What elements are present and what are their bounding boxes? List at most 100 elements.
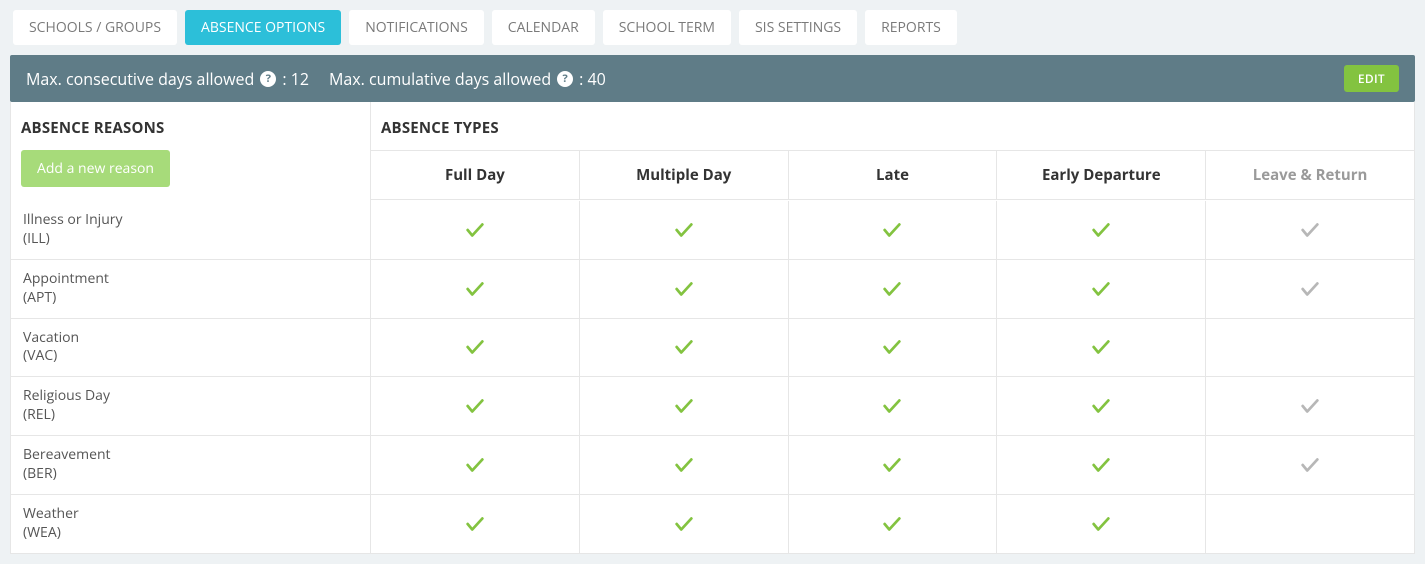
reason-code: (ILL) [23, 230, 358, 249]
tab-schools-groups[interactable]: SCHOOLS / GROUPS [13, 10, 177, 45]
reason-cell[interactable]: Illness or Injury(ILL) [11, 201, 371, 259]
tab-notifications[interactable]: NOTIFICATIONS [349, 10, 484, 45]
check-cell[interactable] [1205, 201, 1414, 259]
check-cell[interactable] [579, 377, 788, 435]
check-cell[interactable] [579, 201, 788, 259]
check-cell[interactable] [371, 495, 579, 553]
max-cumulative-label: Max. cumulative days allowed [329, 68, 551, 90]
colon: : [579, 68, 587, 90]
reason-cell[interactable]: Vacation(VAC) [11, 319, 371, 377]
reason-name: Appointment [23, 270, 358, 289]
check-icon [673, 336, 695, 358]
check-icon [1090, 454, 1112, 476]
check-icon [881, 278, 903, 300]
check-icon [881, 454, 903, 476]
check-icon [1299, 395, 1321, 417]
reason-cell[interactable]: Religious Day(REL) [11, 377, 371, 435]
add-reason-button[interactable]: Add a new reason [21, 150, 170, 187]
check-cell[interactable] [788, 260, 997, 318]
reason-cell[interactable]: Weather(WEA) [11, 495, 371, 553]
check-icon [464, 278, 486, 300]
reason-name: Religious Day [23, 387, 358, 406]
max-consecutive-label: Max. consecutive days allowed [26, 68, 254, 90]
table-row: Vacation(VAC) [11, 318, 1414, 377]
check-icon [881, 219, 903, 241]
reason-code: (VAC) [23, 347, 358, 366]
help-icon[interactable]: ? [557, 71, 573, 87]
check-cell[interactable] [1205, 377, 1414, 435]
check-cell[interactable] [1205, 436, 1414, 494]
tab-reports[interactable]: REPORTS [865, 10, 957, 45]
max-consecutive-segment: Max. consecutive days allowed ? : 12 [26, 68, 309, 90]
type-header-late: Late [788, 151, 997, 199]
table-row: Appointment(APT) [11, 259, 1414, 318]
check-cell[interactable] [371, 260, 579, 318]
reason-name: Vacation [23, 329, 358, 348]
table-row: Bereavement(BER) [11, 435, 1414, 494]
max-consecutive-value: 12 [291, 68, 309, 90]
check-cell[interactable] [579, 260, 788, 318]
check-cell[interactable] [371, 436, 579, 494]
check-icon [1299, 219, 1321, 241]
check-icon [1299, 454, 1321, 476]
tab-absence-options[interactable]: ABSENCE OPTIONS [185, 10, 341, 45]
reason-cell[interactable]: Bereavement(BER) [11, 436, 371, 494]
reason-name: Bereavement [23, 446, 358, 465]
check-icon [464, 454, 486, 476]
check-icon [1090, 395, 1112, 417]
table-row: Weather(WEA) [11, 494, 1414, 553]
absence-options-panel: ABSENCE REASONS Add a new reason ABSENCE… [10, 102, 1415, 554]
check-icon [1090, 278, 1112, 300]
colon: : [282, 68, 290, 90]
check-cell[interactable] [788, 436, 997, 494]
settings-info-bar: Max. consecutive days allowed ? : 12 Max… [10, 55, 1415, 102]
max-cumulative-segment: Max. cumulative days allowed ? : 40 [329, 68, 606, 90]
check-cell[interactable] [788, 495, 997, 553]
check-icon [673, 278, 695, 300]
check-cell[interactable] [579, 495, 788, 553]
reason-code: (APT) [23, 289, 358, 308]
check-cell[interactable] [1205, 495, 1414, 553]
check-cell[interactable] [371, 319, 579, 377]
reason-code: (BER) [23, 465, 358, 484]
tab-sis-settings[interactable]: SIS SETTINGS [739, 10, 857, 45]
check-cell[interactable] [996, 260, 1205, 318]
check-icon [1090, 219, 1112, 241]
help-icon[interactable]: ? [260, 71, 276, 87]
check-cell[interactable] [788, 319, 997, 377]
check-cell[interactable] [996, 495, 1205, 553]
type-header-leave-return: Leave & Return [1205, 151, 1414, 199]
check-cell[interactable] [996, 201, 1205, 259]
absence-reasons-title: ABSENCE REASONS [11, 102, 370, 150]
check-icon [673, 513, 695, 535]
check-icon [881, 513, 903, 535]
check-cell[interactable] [996, 377, 1205, 435]
check-icon [464, 219, 486, 241]
check-cell[interactable] [1205, 319, 1414, 377]
tab-calendar[interactable]: CALENDAR [492, 10, 595, 45]
check-cell[interactable] [996, 436, 1205, 494]
check-icon [673, 219, 695, 241]
check-icon [1090, 336, 1112, 358]
check-cell[interactable] [1205, 260, 1414, 318]
reason-name: Illness or Injury [23, 211, 358, 230]
tab-school-term[interactable]: SCHOOL TERM [603, 10, 731, 45]
max-cumulative-value: 40 [588, 68, 606, 90]
edit-button[interactable]: EDIT [1344, 65, 1399, 92]
check-cell[interactable] [788, 377, 997, 435]
check-cell[interactable] [788, 201, 997, 259]
reason-cell[interactable]: Appointment(APT) [11, 260, 371, 318]
check-cell[interactable] [371, 377, 579, 435]
check-cell[interactable] [579, 319, 788, 377]
type-header-full-day: Full Day [371, 151, 579, 199]
check-icon [1299, 278, 1321, 300]
check-cell[interactable] [371, 201, 579, 259]
check-icon [464, 513, 486, 535]
check-icon [1090, 513, 1112, 535]
check-cell[interactable] [579, 436, 788, 494]
check-cell[interactable] [996, 319, 1205, 377]
reason-code: (WEA) [23, 524, 358, 543]
tabs-bar: SCHOOLS / GROUPSABSENCE OPTIONSNOTIFICAT… [10, 10, 1415, 55]
type-header-early-departure: Early Departure [996, 151, 1205, 199]
check-icon [464, 336, 486, 358]
